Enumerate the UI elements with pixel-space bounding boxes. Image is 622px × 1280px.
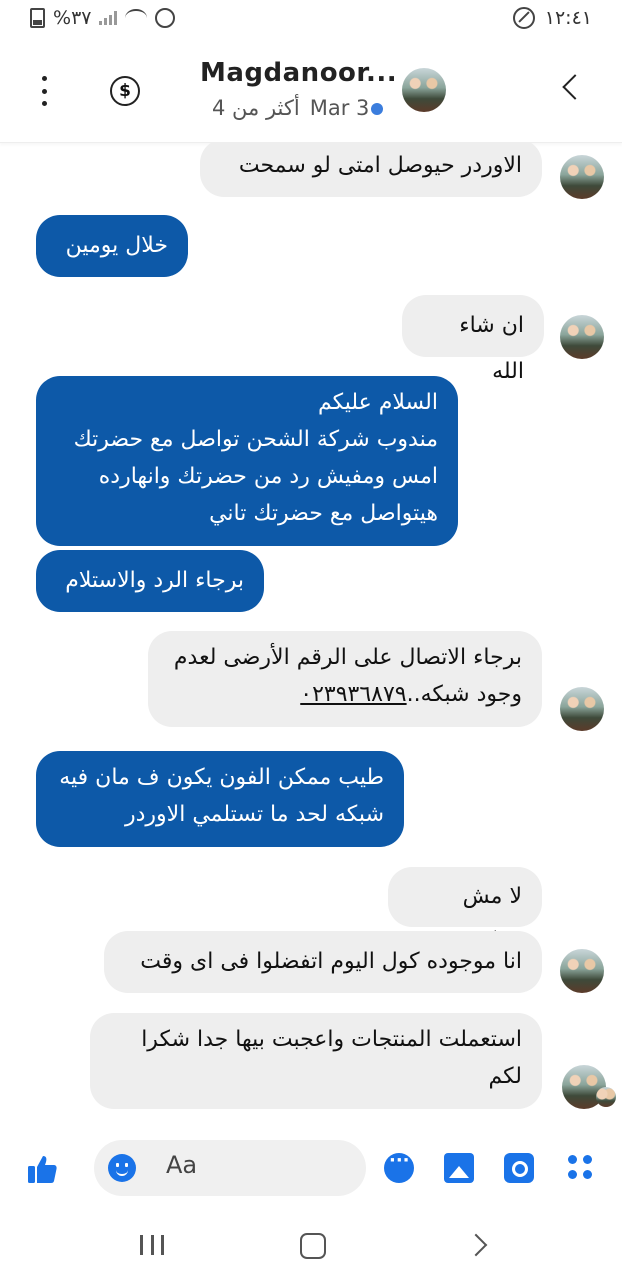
message-bubble-incoming[interactable]: انا موجوده كول اليوم اتفضلوا فى اى وقت: [104, 931, 542, 993]
alarm-icon: [155, 8, 176, 28]
status-bar: %٣٧ ١٢:٤١: [0, 0, 622, 36]
gallery-icon[interactable]: [444, 1153, 474, 1183]
sender-avatar[interactable]: [560, 315, 604, 359]
online-dot-icon: [371, 103, 384, 115]
nav-back-icon[interactable]: [464, 1233, 488, 1257]
message-bubble-incoming[interactable]: استعملت المنتجات واعجبت بيها جدا شكرا لك…: [90, 1013, 542, 1109]
message-input[interactable]: Aa: [94, 1140, 366, 1196]
sender-avatar[interactable]: [560, 687, 604, 731]
do-not-disturb-icon: [512, 7, 535, 29]
message-list[interactable]: الاوردر حيوصل امتى لو سمحت خلال يومين ان…: [0, 143, 622, 1135]
sender-avatar[interactable]: [560, 949, 604, 993]
message-bubble-outgoing[interactable]: برجاء الرد والاستلام: [36, 550, 264, 612]
sender-avatar[interactable]: [560, 155, 604, 199]
message-bubble-outgoing[interactable]: السلام عليكم مندوب شركة الشحن تواصل مع ح…: [36, 376, 458, 546]
message-bubble-incoming[interactable]: برجاء الاتصال على الرقم الأرضى لعدم وجود…: [148, 631, 542, 727]
like-icon[interactable]: [26, 1153, 58, 1185]
home-icon[interactable]: [300, 1233, 326, 1259]
signal-icon: [99, 11, 118, 25]
message-bubble-incoming[interactable]: الاوردر حيوصل امتى لو سمحت: [200, 143, 542, 197]
status-time: ١٢:٤١: [544, 7, 592, 29]
message-bubble-incoming[interactable]: لا مش ممكن: [388, 867, 542, 953]
camera-icon[interactable]: [504, 1153, 534, 1183]
message-composer: Aa: [0, 1135, 622, 1205]
message-input-placeholder: Aa: [166, 1151, 198, 1179]
system-navigation-bar: [0, 1205, 622, 1280]
phone-number-link[interactable]: ٠٢٣٩٣٦٨٧٩: [300, 682, 406, 707]
message-bubble-incoming[interactable]: ان شاء الله: [402, 295, 544, 384]
contact-name[interactable]: Magdanoor...: [200, 58, 397, 88]
emoji-icon[interactable]: [108, 1154, 136, 1182]
battery-percent: %٣٧: [53, 7, 92, 29]
more-apps-icon[interactable]: [566, 1153, 596, 1183]
recents-icon[interactable]: [140, 1235, 164, 1255]
contact-avatar[interactable]: [402, 68, 446, 112]
more-options-icon[interactable]: [36, 76, 52, 106]
contact-status: أكثر من 4 Mar 3: [212, 96, 384, 120]
last-seen-date: Mar 3: [310, 96, 384, 120]
conversation-header: $ Magdanoor... أكثر من 4 Mar 3: [0, 40, 622, 143]
active-text: أكثر من 4: [212, 96, 300, 120]
battery-icon: [30, 8, 45, 28]
back-arrow-icon[interactable]: [562, 74, 588, 100]
seen-avatar: [596, 1087, 616, 1107]
payment-icon[interactable]: $: [110, 76, 140, 106]
message-bubble-outgoing[interactable]: طيب ممكن الفون يكون ف مان فيه شبكه لحد م…: [36, 751, 404, 847]
message-bubble-outgoing[interactable]: خلال يومين: [36, 215, 188, 277]
chat-bubble-icon[interactable]: [384, 1150, 414, 1183]
wifi-icon: [125, 9, 148, 27]
